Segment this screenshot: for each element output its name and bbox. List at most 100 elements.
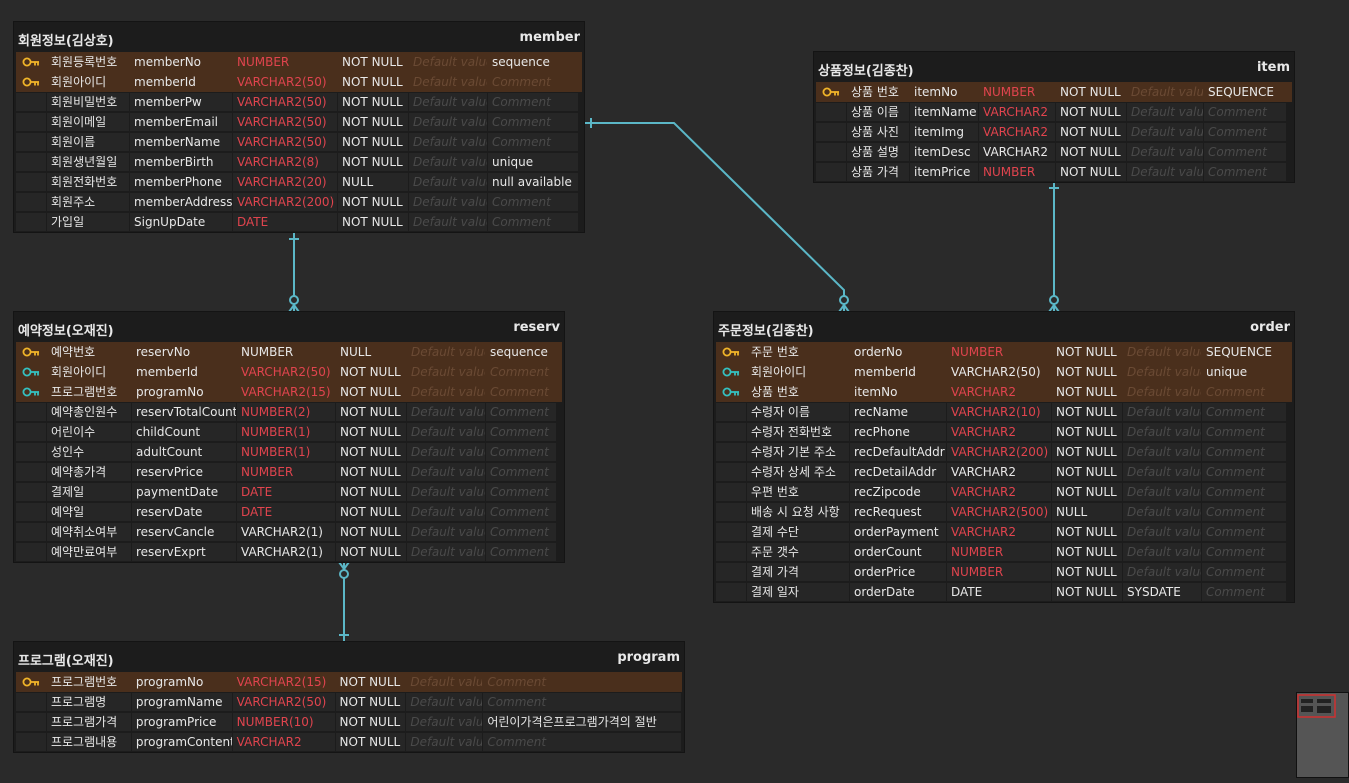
logical-column-name[interactable]: 회원등록번호 [47,53,129,71]
column-row[interactable]: 회원아이디 memberId VARCHAR2(50) NOT NULL Default… [716,362,1292,382]
comment[interactable]: Comment [1202,583,1286,601]
physical-column-name[interactable]: childCount [132,423,236,441]
data-type[interactable]: NUMBER(1) [237,443,335,461]
physical-column-name[interactable]: orderCount [850,543,946,561]
logical-column-name[interactable]: 프로그램번호 [46,673,131,691]
data-type[interactable]: VARCHAR2 [979,143,1055,161]
physical-column-name[interactable]: itemName [910,103,978,121]
null-option[interactable]: NOT NULL [1056,163,1126,181]
data-type[interactable]: VARCHAR2(8) [233,153,337,171]
data-type[interactable]: VARCHAR2 [947,483,1051,501]
default-value[interactable]: Default value [1123,423,1201,441]
physical-column-name[interactable]: recZipcode [850,483,946,501]
default-value[interactable]: Default value [409,153,487,171]
default-value[interactable]: Default value [409,213,487,231]
logical-column-name[interactable]: 결제 가격 [747,563,849,581]
comment[interactable]: 어린이가격은프로그램가격의 절반 [483,713,681,731]
null-option[interactable]: NOT NULL [336,443,406,461]
null-option[interactable]: NOT NULL [336,423,406,441]
null-option[interactable]: NOT NULL [336,543,406,561]
comment[interactable]: Comment [1202,523,1286,541]
comment[interactable]: unique [488,153,578,171]
default-value[interactable]: Default value [407,483,485,501]
logical-column-name[interactable]: 회원생년월일 [47,153,129,171]
default-value[interactable]: Default value [1127,103,1203,121]
physical-column-name[interactable]: reservDate [132,503,236,521]
comment[interactable]: SEQUENCE [1202,343,1286,361]
default-value[interactable]: Default value [1123,403,1201,421]
default-value[interactable]: Default value [1127,143,1203,161]
comment[interactable]: Comment [486,443,556,461]
null-option[interactable]: NULL [338,173,408,191]
null-option[interactable]: NOT NULL [338,213,408,231]
logical-column-name[interactable]: 회원비밀번호 [47,93,129,111]
column-row[interactable]: 수령자 기본 주소 recDefaultAddr VARCHAR2(200) NOT … [716,442,1292,462]
table-header[interactable]: 예약정보(오재진) reserv [14,312,564,342]
data-type[interactable]: VARCHAR2(15) [237,383,335,401]
data-type[interactable]: NUMBER [237,463,335,481]
physical-column-name[interactable]: itemImg [910,123,978,141]
default-value[interactable]: Default value [407,363,485,381]
logical-column-name[interactable]: 상품 번호 [847,83,909,101]
comment[interactable]: Comment [1202,443,1286,461]
data-type[interactable]: NUMBER [979,163,1055,181]
column-row[interactable]: 회원생년월일 memberBirth VARCHAR2(8) NOT NULL Defa… [16,152,582,172]
column-row[interactable]: 회원아이디 memberId VARCHAR2(50) NOT NULL Default… [16,72,582,92]
physical-column-name[interactable]: memberNo [130,53,232,71]
default-value[interactable]: Default value [1123,543,1201,561]
data-type[interactable]: VARCHAR2(50) [232,693,335,711]
logical-column-name[interactable]: 수령자 전화번호 [747,423,849,441]
comment[interactable]: Comment [1202,423,1286,441]
data-type[interactable]: VARCHAR2(1) [237,543,335,561]
comment[interactable]: Comment [486,423,556,441]
column-row[interactable]: 결제 수단 orderPayment VARCHAR2 NOT NULL Default… [716,522,1292,542]
logical-column-name[interactable]: 결제 일자 [747,583,849,601]
logical-column-name[interactable]: 회원이름 [47,133,129,151]
data-type[interactable]: VARCHAR2(50) [233,93,337,111]
null-option[interactable]: NOT NULL [1052,543,1122,561]
data-type[interactable]: DATE [947,583,1051,601]
relation-member-reserv[interactable] [288,232,300,313]
comment[interactable]: Comment [486,403,556,421]
physical-column-name[interactable]: memberPhone [130,173,232,191]
column-row[interactable]: 예약총인원수 reservTotalCount NUMBER(2) NOT NULL D… [16,402,562,422]
default-value[interactable]: Default value [407,523,485,541]
default-value[interactable]: SYSDATE [1123,583,1201,601]
physical-column-name[interactable]: recDetailAddr [850,463,946,481]
logical-column-name[interactable]: 회원아이디 [47,363,131,381]
null-option[interactable]: NOT NULL [1052,383,1122,401]
column-row[interactable]: 회원등록번호 memberNo NUMBER NOT NULL Default valu… [16,52,582,72]
default-value[interactable]: Default value [1123,443,1201,461]
null-option[interactable]: NOT NULL [338,53,408,71]
default-value[interactable]: Default value [409,133,487,151]
comment[interactable]: Comment [1202,383,1286,401]
table-header[interactable]: 주문정보(김종찬) order [714,312,1294,342]
data-type[interactable]: VARCHAR2(50) [233,73,337,91]
column-row[interactable]: 수령자 상세 주소 recDetailAddr VARCHAR2 NOT NULL De… [716,462,1292,482]
data-type[interactable]: VARCHAR2 [232,733,335,751]
column-row[interactable]: 회원전화번호 memberPhone VARCHAR2(20) NULL Default… [16,172,582,192]
column-row[interactable]: 주문 번호 orderNo NUMBER NOT NULL Default value S… [716,342,1292,362]
comment[interactable]: Comment [488,93,578,111]
comment[interactable]: unique [1202,363,1286,381]
comment[interactable]: Comment [1204,143,1286,161]
physical-column-name[interactable]: reservCancle [132,523,236,541]
logical-column-name[interactable]: 프로그램내용 [46,733,131,751]
data-type[interactable]: DATE [233,213,337,231]
null-option[interactable]: NOT NULL [338,153,408,171]
null-option[interactable]: NOT NULL [1052,463,1122,481]
comment[interactable]: Comment [488,133,578,151]
physical-column-name[interactable]: recRequest [850,503,946,521]
null-option[interactable]: NOT NULL [336,463,406,481]
comment[interactable]: Comment [488,73,578,91]
null-option[interactable]: NOT NULL [336,403,406,421]
null-option[interactable]: NOT NULL [336,503,406,521]
table-order[interactable]: 주문정보(김종찬) order 주문 번호 orderNo NUMBER NOT NULL… [714,312,1294,602]
table-program[interactable]: 프로그램(오재진) program 프로그램번호 programNo VARCHAR2(… [14,642,684,752]
default-value[interactable]: Default value [407,423,485,441]
physical-column-name[interactable]: paymentDate [132,483,236,501]
null-option[interactable]: NOT NULL [338,133,408,151]
physical-column-name[interactable]: reservPrice [132,463,236,481]
comment[interactable]: Comment [1202,483,1286,501]
default-value[interactable]: Default value [1123,343,1201,361]
